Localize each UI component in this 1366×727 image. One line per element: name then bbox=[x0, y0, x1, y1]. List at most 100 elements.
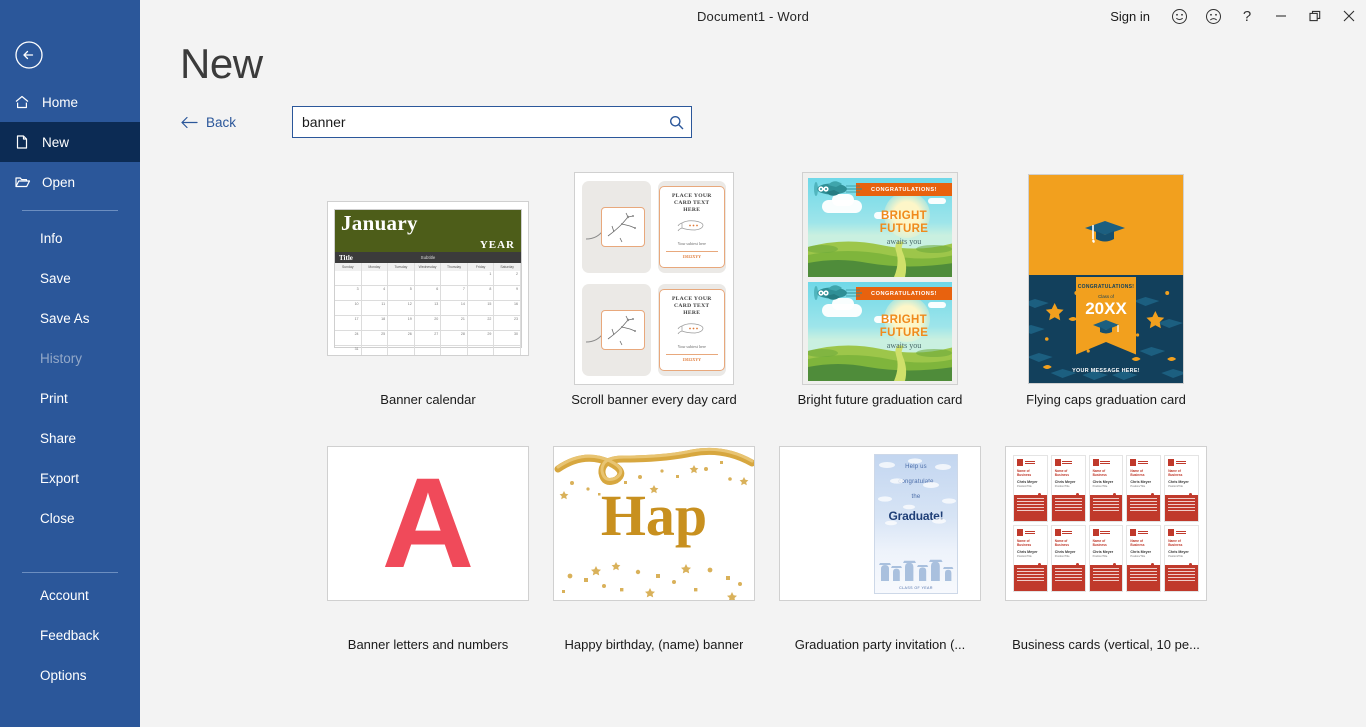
title-bar: Document1 - Word Sign in ? bbox=[140, 0, 1366, 32]
sidebar-item-label: History bbox=[40, 350, 83, 366]
thumbnail-wrap: CONGRATULATIONS! Class of 20XX YOUR MESS… bbox=[1004, 172, 1208, 385]
open-folder-icon bbox=[14, 174, 40, 190]
sidebar-item-label: Feedback bbox=[40, 627, 100, 643]
sidebar-item-info[interactable]: Info bbox=[0, 218, 140, 258]
calendar-subtitle: Subtitle bbox=[420, 255, 436, 260]
contact-block bbox=[1089, 493, 1123, 521]
calendar-day-cell bbox=[415, 346, 442, 355]
sidebar-item-feedback[interactable]: Feedback bbox=[0, 615, 140, 655]
calendar-day-cell: 27 bbox=[414, 331, 442, 346]
person-role: Position/Title bbox=[1054, 484, 1070, 488]
calendar-day-cell: 10 bbox=[335, 301, 362, 316]
back-button[interactable]: Back bbox=[180, 115, 270, 130]
template-caption: Business cards (vertical, 10 pe... bbox=[1012, 637, 1200, 652]
contact-block bbox=[1089, 563, 1123, 591]
thumbnail-business-cards: Name of Business Chris Meyer Position/Titl… bbox=[1005, 446, 1207, 601]
person-role: Position/Title bbox=[1130, 554, 1146, 558]
sidebar-item-save[interactable]: Save bbox=[0, 258, 140, 298]
smiley-face-icon[interactable] bbox=[1162, 0, 1196, 32]
thumbnail-banner-calendar: January YEAR Title Subtitle Sunday Monda… bbox=[327, 201, 529, 356]
sidebar-item-home[interactable]: Home bbox=[0, 82, 140, 122]
template-card-flying-caps[interactable]: CONGRATULATIONS! Class of 20XX YOUR MESS… bbox=[993, 172, 1219, 407]
flying-caps-congrats: CONGRATULATIONS! bbox=[1077, 283, 1135, 290]
minimize-icon[interactable] bbox=[1264, 0, 1298, 32]
calendar-day-cell: 28 bbox=[441, 331, 468, 346]
calendar-day-cell: 24 bbox=[335, 331, 362, 346]
weekday-label: Tuesday bbox=[388, 263, 415, 271]
person-name: Chris Meyer bbox=[1054, 549, 1076, 554]
scroll-card-line3: HERE bbox=[683, 207, 701, 213]
calendar-day-cell bbox=[361, 271, 389, 286]
pin-icon bbox=[1188, 493, 1192, 496]
contact-block bbox=[1051, 563, 1085, 591]
search-input[interactable] bbox=[293, 107, 661, 137]
graduates-silhouette bbox=[879, 559, 954, 581]
flying-caps-year: 20XX bbox=[1085, 298, 1127, 318]
template-caption: Bright future graduation card bbox=[797, 392, 963, 407]
sidebar-file-commands: Info Save Save As History Print Share Ex… bbox=[0, 218, 140, 538]
person-name: Chris Meyer bbox=[1130, 549, 1151, 554]
calendar-day-cell: 20 bbox=[414, 316, 442, 331]
template-card-banner-calendar[interactable]: January YEAR Title Subtitle Sunday Monda… bbox=[315, 172, 541, 407]
calendar-day-cell: 12 bbox=[388, 301, 415, 316]
contact-block bbox=[1165, 493, 1198, 521]
sidebar-item-close[interactable]: Close bbox=[0, 498, 140, 538]
sidebar-item-print[interactable]: Print bbox=[0, 378, 140, 418]
cloud-icon bbox=[928, 302, 946, 308]
calendar-day-cell: 19 bbox=[388, 316, 415, 331]
scroll-card-date: 15022XYY bbox=[665, 354, 718, 362]
calendar-day-cell: 15 bbox=[467, 301, 495, 316]
sign-in-button[interactable]: Sign in bbox=[1098, 0, 1162, 32]
back-arrow-circle-icon[interactable] bbox=[14, 40, 44, 70]
left-arrow-icon bbox=[180, 116, 198, 129]
restore-icon[interactable] bbox=[1298, 0, 1332, 32]
calendar-day-cell bbox=[468, 346, 495, 355]
bright-future-banner-text: CONGRATULATIONS! bbox=[871, 186, 937, 193]
template-card-banner-letters[interactable]: A Banner letters and numbers bbox=[315, 417, 541, 652]
template-card-happy-birthday[interactable]: Hap Happy birthday, (name) banner bbox=[541, 417, 767, 652]
thumbnail-wrap: January YEAR Title Subtitle Sunday Monda… bbox=[326, 172, 530, 385]
calendar-year: YEAR bbox=[479, 239, 515, 251]
sidebar-item-label: Info bbox=[40, 230, 63, 246]
company-logo-icon bbox=[1130, 529, 1157, 536]
template-card-business-cards[interactable]: Name of Business Chris Meyer Position/Titl… bbox=[993, 417, 1219, 652]
sidebar-item-label: Share bbox=[40, 430, 77, 446]
bright-future-text: BRIGHT FUTURE awaits you bbox=[868, 210, 940, 246]
business-card: Name of Business Chris Meyer Position/Titl… bbox=[1164, 525, 1199, 592]
template-card-bright-future[interactable]: CONGRATULATIONS! BRIGHT FUTURE awaits yo… bbox=[767, 172, 993, 407]
thumbnail-wrap: CONGRATULATIONS! BRIGHT FUTURE awaits yo… bbox=[778, 172, 982, 385]
sidebar-item-history: History bbox=[0, 338, 140, 378]
word-backstage-window: Home New Open Info Save Save As History … bbox=[0, 0, 1366, 727]
template-card-graduation-invite[interactable]: Help us congratulate the Graduate! CLASS… bbox=[767, 417, 993, 652]
template-caption: Banner letters and numbers bbox=[347, 637, 509, 652]
bright-future-banner-text: CONGRATULATIONS! bbox=[871, 290, 937, 297]
business-card: Name of Business Chris Meyer Position/Titl… bbox=[1164, 455, 1199, 522]
thumbnail-wrap: PLACE YOUR CARD TEXT HERE Your subtext h… bbox=[552, 172, 756, 385]
business-name: Name of Business bbox=[1092, 469, 1107, 477]
contact-block bbox=[1127, 563, 1161, 591]
template-card-scroll-banner[interactable]: PLACE YOUR CARD TEXT HERE Your subtext h… bbox=[541, 172, 767, 407]
confetti-icon bbox=[562, 562, 742, 600]
bright-future-subtext: awaits you bbox=[886, 341, 922, 350]
help-icon[interactable]: ? bbox=[1230, 0, 1264, 32]
sidebar-item-account[interactable]: Account bbox=[0, 575, 140, 615]
search-row: Back bbox=[180, 106, 1326, 138]
calendar-title-bar: Title Subtitle bbox=[335, 252, 521, 263]
search-icon[interactable] bbox=[661, 107, 691, 137]
pin-icon bbox=[1037, 563, 1041, 566]
sidebar-item-options[interactable]: Options bbox=[0, 655, 140, 695]
pin-icon bbox=[1037, 493, 1041, 496]
sidebar-item-new[interactable]: New bbox=[0, 122, 140, 162]
frowny-face-icon[interactable] bbox=[1196, 0, 1230, 32]
sidebar-primary-nav: Home New Open bbox=[0, 82, 140, 202]
calendar-day-cell: 5 bbox=[388, 286, 415, 301]
calendar-day-cell: 29 bbox=[467, 331, 495, 346]
back-label: Back bbox=[206, 114, 237, 130]
sidebar-item-share[interactable]: Share bbox=[0, 418, 140, 458]
scroll-card-image-panel bbox=[582, 284, 651, 376]
sidebar-item-open[interactable]: Open bbox=[0, 162, 140, 202]
sidebar-item-export[interactable]: Export bbox=[0, 458, 140, 498]
scroll-card-image-panel bbox=[582, 181, 651, 273]
close-icon[interactable] bbox=[1332, 0, 1366, 32]
sidebar-item-save-as[interactable]: Save As bbox=[0, 298, 140, 338]
